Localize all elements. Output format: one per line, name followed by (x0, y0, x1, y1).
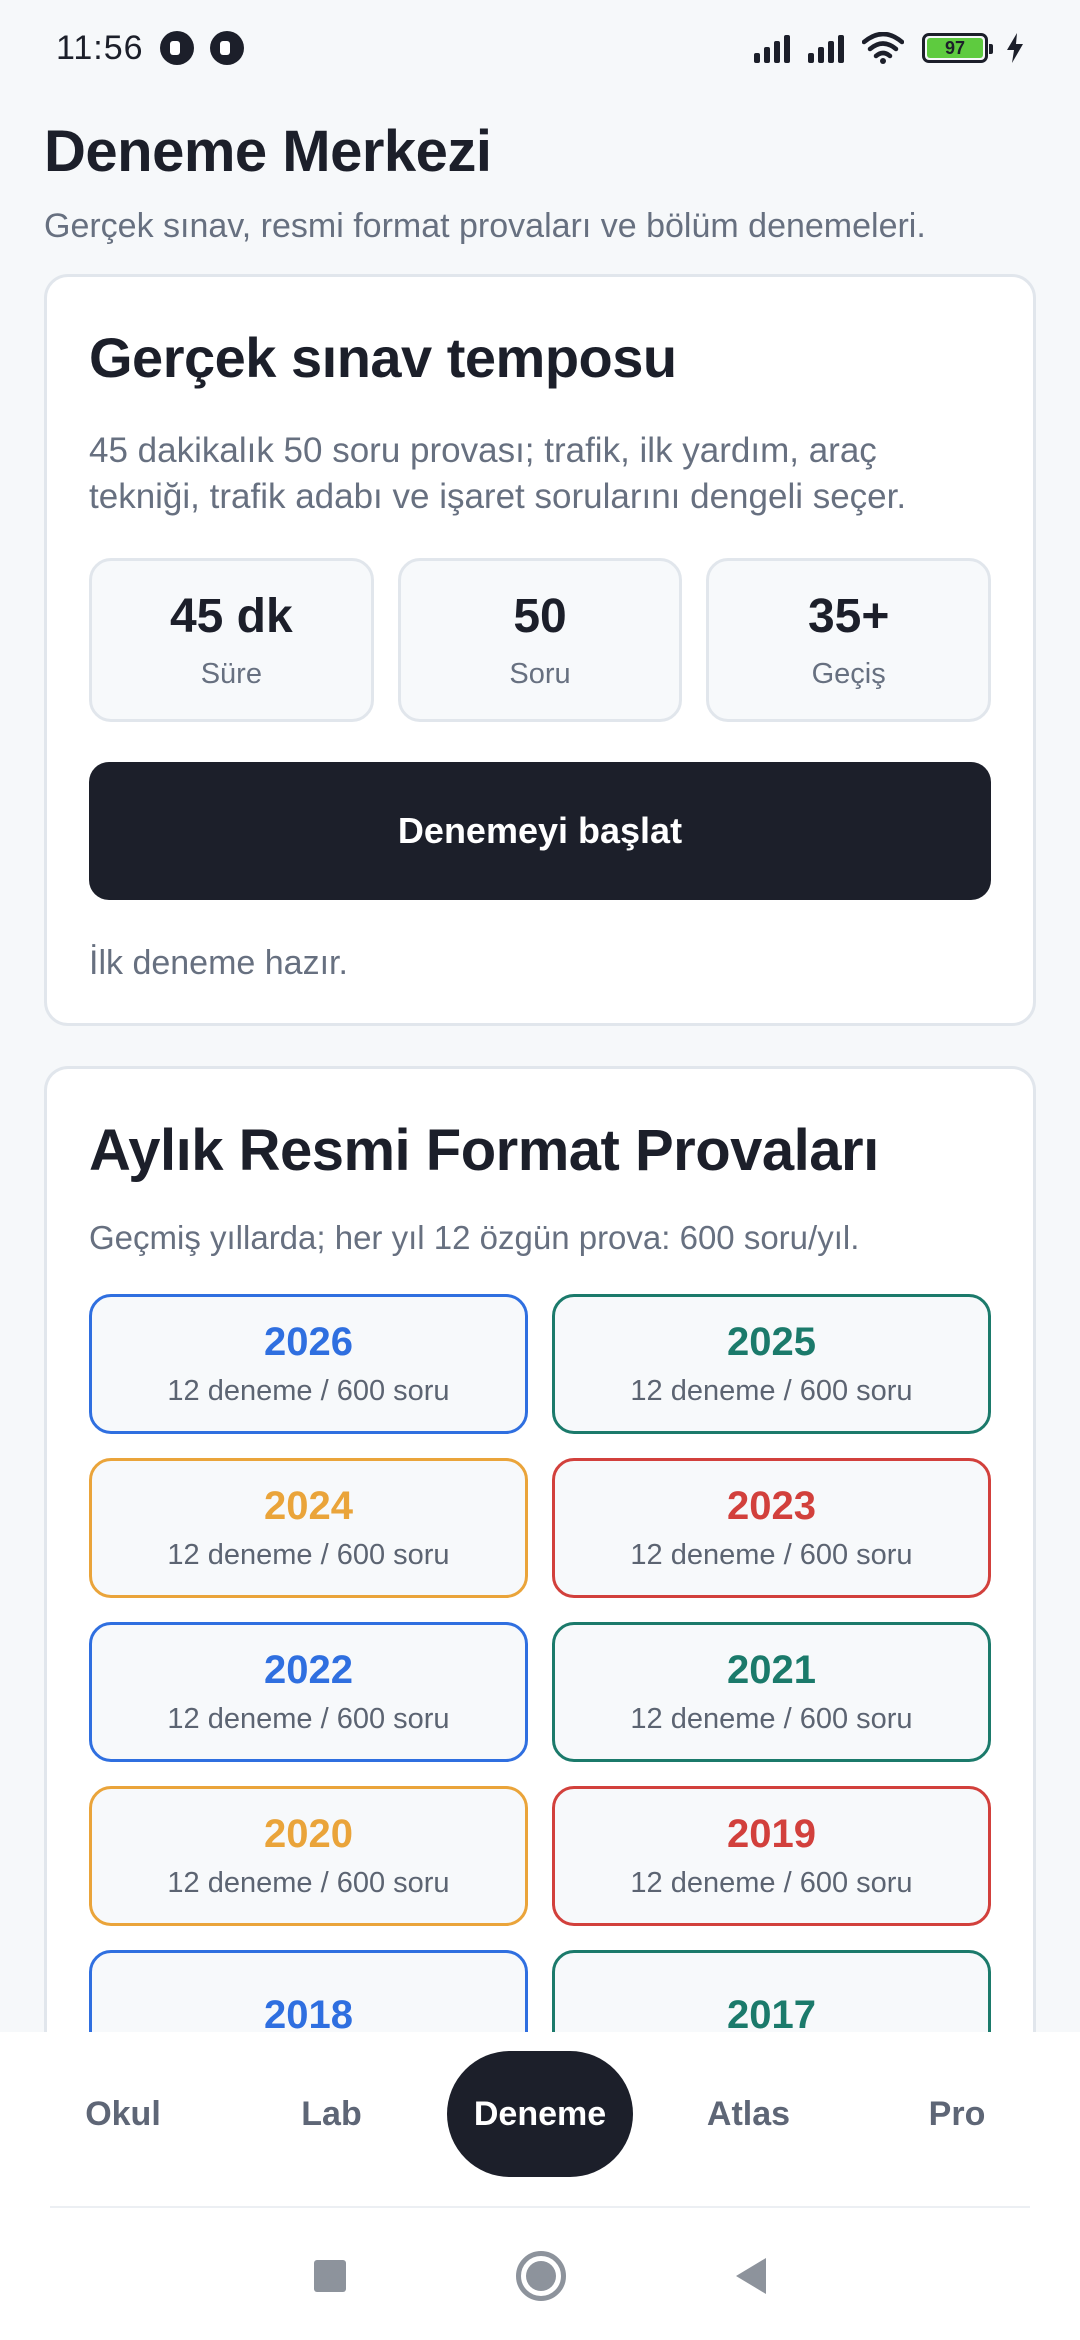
year-card[interactable]: 2017 (552, 1950, 991, 2032)
year-card[interactable]: 2024 12 deneme / 600 soru (89, 1458, 528, 1598)
status-time: 11:56 (56, 28, 144, 67)
tab-atlas[interactable]: Atlas (656, 2051, 842, 2177)
real-exam-card: Gerçek sınav temposu 45 dakikalık 50 sor… (44, 274, 1036, 1026)
year-card[interactable]: 2025 12 deneme / 600 soru (552, 1294, 991, 1434)
monthly-format-card: Aylık Resmi Format Provaları Geçmiş yıll… (44, 1066, 1036, 2032)
year-card[interactable]: 2022 12 deneme / 600 soru (89, 1622, 528, 1762)
page-title: Deneme Merkezi (44, 119, 492, 184)
stat-questions: 50 Soru (397, 558, 683, 722)
status-bar: 11:56 97 (0, 0, 1080, 96)
year-meta: 12 deneme / 600 soru (167, 1375, 450, 1407)
year-card[interactable]: 2026 12 deneme / 600 soru (89, 1294, 528, 1434)
bottom-nav: Okul Lab Deneme Atlas Pro (0, 2032, 1080, 2212)
tab-lab[interactable]: Lab (239, 2051, 425, 2177)
year-card[interactable]: 2023 12 deneme / 600 soru (552, 1458, 991, 1598)
home-icon[interactable] (516, 2251, 566, 2301)
stat-value: 45 dk (169, 590, 293, 643)
exam-stats: 45 dk Süre 50 Soru 35+ Geçiş (89, 558, 992, 722)
year-meta: 12 deneme / 600 soru (167, 1703, 450, 1735)
battery-icon: 97 (922, 33, 993, 63)
status-bar-left: 11:56 (56, 29, 244, 68)
system-nav-bar (0, 2212, 1080, 2340)
recents-icon[interactable] (314, 2260, 346, 2292)
signal-icon-2 (808, 33, 844, 63)
start-exam-button[interactable]: Denemeyi başlat (89, 762, 991, 900)
year-number: 2026 (264, 1320, 353, 1364)
year-number: 2018 (264, 1992, 353, 2033)
nav-divider (50, 2206, 1030, 2208)
monthly-format-title: Aylık Resmi Format Provaları (89, 1118, 879, 1183)
year-number: 2025 (727, 1320, 816, 1364)
page-subtitle: Gerçek sınav, resmi format provaları ve … (44, 207, 926, 245)
real-exam-description: 45 dakikalık 50 soru provası; trafik, il… (89, 431, 907, 516)
tab-deneme[interactable]: Deneme (447, 2051, 633, 2177)
stat-pass: 35+ Geçiş (706, 558, 992, 722)
year-number: 2019 (727, 1812, 816, 1856)
year-number: 2024 (264, 1484, 353, 1528)
back-icon[interactable] (736, 2258, 766, 2294)
year-meta: 12 deneme / 600 soru (630, 1867, 913, 1899)
year-number: 2021 (727, 1648, 816, 1692)
charging-icon (1007, 33, 1023, 63)
year-number: 2020 (264, 1812, 353, 1856)
real-exam-title: Gerçek sınav temposu (89, 326, 677, 389)
tab-pro[interactable]: Pro (864, 2051, 1050, 2177)
signal-icon (754, 33, 790, 63)
stat-label: Geçiş (811, 658, 886, 690)
exam-status-note: İlk deneme hazır. (89, 944, 348, 982)
year-number: 2017 (727, 1992, 816, 2033)
bottom-nav-tabs: Okul Lab Deneme Atlas Pro (0, 2032, 1080, 2208)
content-scroll[interactable]: Deneme Merkezi Gerçek sınav, resmi forma… (0, 96, 1080, 2032)
stat-label: Süre (200, 658, 262, 690)
year-meta: 12 deneme / 600 soru (630, 1539, 913, 1571)
year-card[interactable]: 2020 12 deneme / 600 soru (89, 1786, 528, 1926)
notification-app-icon (159, 31, 194, 65)
notification-app-icon-2 (209, 31, 244, 65)
year-grid: 2026 12 deneme / 600 soru 2025 12 deneme… (89, 1294, 991, 2032)
year-card[interactable]: 2018 (89, 1950, 528, 2032)
battery-level: 97 (927, 38, 983, 58)
wifi-icon (862, 32, 904, 64)
app-root: 11:56 97 Deneme Merkezi Gerçek sınav, re… (0, 0, 1080, 2340)
year-meta: 12 deneme / 600 soru (630, 1375, 913, 1407)
year-meta: 12 deneme / 600 soru (167, 1867, 450, 1899)
stat-label: Soru (509, 658, 571, 690)
stat-duration: 45 dk Süre (89, 558, 374, 722)
stat-value: 35+ (807, 590, 890, 643)
status-bar-right: 97 (754, 32, 1024, 64)
year-meta: 12 deneme / 600 soru (167, 1539, 450, 1571)
monthly-format-description: Geçmiş yıllarda; her yıl 12 özgün prova:… (89, 1219, 860, 1256)
year-number: 2022 (264, 1648, 353, 1692)
stat-value: 50 (513, 590, 567, 643)
year-card[interactable]: 2019 12 deneme / 600 soru (552, 1786, 991, 1926)
tab-okul[interactable]: Okul (30, 2051, 216, 2177)
year-meta: 12 deneme / 600 soru (630, 1703, 913, 1735)
year-number: 2023 (727, 1484, 816, 1528)
year-card[interactable]: 2021 12 deneme / 600 soru (552, 1622, 991, 1762)
